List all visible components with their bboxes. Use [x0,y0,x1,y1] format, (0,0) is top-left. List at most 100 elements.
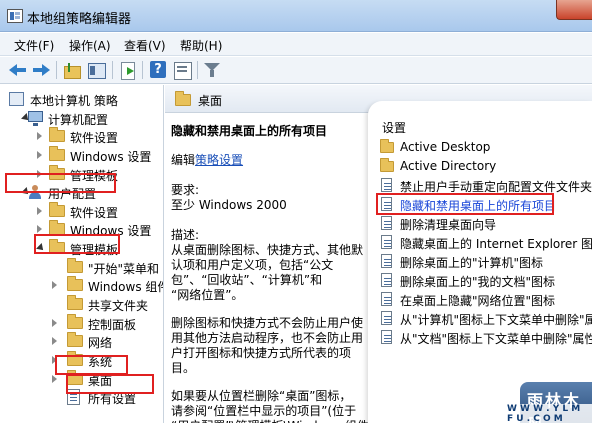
annotation-highlight-box [34,234,120,254]
settings-folder-item[interactable]: Active Directory [380,157,592,176]
tree-item[interactable]: 网络 [0,331,163,351]
settings-policy-item[interactable]: 从"文档"图标上下文菜单中删除"属性 [380,328,592,347]
tree-item[interactable]: 控制面板 [0,313,163,333]
collapsed-arrow-icon[interactable] [37,225,42,233]
menu-bar: 文件(F) 操作(A) 查看(V) 帮助(H) [0,33,592,56]
computer-icon [28,111,43,126]
settings-column-header[interactable]: 设置 [382,119,406,136]
show-hide-tree-icon[interactable] [86,60,106,80]
policy-icon [9,92,24,106]
tree-item-label: 软件设置 [70,131,119,145]
settings-folder-item[interactable]: Active Desktop [380,138,592,157]
back-arrow-icon[interactable] [8,60,28,80]
title-bar: 本地组策略编辑器 [0,0,592,32]
edit-prefix: 编辑 [171,153,196,167]
tree-item[interactable]: "开始"菜单和 [0,257,163,277]
policy-setting-icon [381,273,392,287]
settings-policy-item[interactable]: 删除桌面上的"计算机"图标 [380,252,592,271]
folder-icon [49,127,65,142]
settings-list[interactable]: 设置 Active Desktop Active Directory 禁止用户手动重… [368,101,592,423]
annotation-highlight-box [5,173,116,193]
toolbar-separator [142,61,143,79]
policy-tree[interactable]: 本地计算机 策略 计算机配置 软件设置 Windows 设置 管理模板 用户配置 软件设置 W… [0,85,164,423]
folder-icon [380,158,394,172]
settings-item-label: 删除清理桌面向导 [400,218,497,232]
toolbar-separator [197,61,198,79]
forward-arrow-icon[interactable] [31,60,51,80]
description-line: 户打开图标和快捷方式所代表的项 [171,346,352,360]
settings-item-label: Active Desktop [400,140,491,154]
settings-policy-item[interactable]: 隐藏桌面上的 Internet Explorer 图标 [380,233,592,252]
policy-setting-icon [381,292,392,306]
tree-item[interactable]: Windows 设置 [0,145,163,165]
tree-item[interactable]: 本地计算机 策略 [0,89,163,109]
filter-icon[interactable] [202,60,222,80]
export-list-icon[interactable] [118,60,138,80]
policy-setting-icon [381,330,392,344]
settings-item-label: Active Directory [400,159,497,173]
gpedit-app-icon [7,9,23,23]
settings-policy-item[interactable]: 隐藏和禁用桌面上的所有项目 [376,193,592,215]
tree-item-label: Windows 组件 [88,280,164,294]
folder-icon [67,295,83,310]
menu-help[interactable]: 帮助(H) [180,37,222,54]
description-line: “用户配置”\管理模板\Windows 组件 [171,417,369,423]
tree-item[interactable]: 软件设置 [0,126,163,146]
collapsed-arrow-icon[interactable] [37,132,42,140]
collapsed-arrow-icon[interactable] [52,337,57,345]
menu-action[interactable]: 操作(A) [69,37,111,54]
tree-item[interactable]: 共享文件夹 [0,294,163,314]
folder-icon [175,91,191,106]
settings-item-label: 隐藏桌面上的 Internet Explorer 图标 [400,237,592,251]
settings-policy-item[interactable]: 在桌面上隐藏"网络位置"图标 [380,290,592,309]
watermark-url: W W W . Y L M F U . C O M [504,404,592,423]
edit-policy-link[interactable]: 策略设置 [195,153,243,167]
collapsed-arrow-icon[interactable] [52,319,57,327]
tree-item[interactable]: Windows 组件 [0,275,164,295]
window-title: 本地组策略编辑器 [27,12,132,27]
collapsed-arrow-icon[interactable] [37,207,42,215]
tree-item-label: 本地计算机 策略 [30,94,118,108]
settings-policy-item[interactable]: 从"计算机"图标上下文菜单中删除"属 [380,309,592,328]
folder-icon [49,202,65,217]
toolbar [0,57,592,84]
folder-icon [67,332,83,347]
up-folder-icon[interactable] [62,60,82,80]
help-icon[interactable] [148,60,168,80]
policy-title: 隐藏和禁用桌面上的所有项目 [171,124,328,138]
annotation-highlight-box [55,355,128,375]
settings-item-label: 删除桌面上的"计算机"图标 [400,256,544,270]
close-window-button[interactable] [556,0,592,20]
folder-icon [380,139,394,153]
pane-header-label: 桌面 [198,94,223,108]
policy-setting-icon [381,178,392,192]
toolbar-separator [112,61,113,79]
tree-item[interactable]: 计算机配置 [0,108,163,128]
settings-item-label: 从"文档"图标上下文菜单中删除"属性 [400,332,592,346]
settings-item-label: 从"计算机"图标上下文菜单中删除"属 [400,313,592,327]
requirement-value: 至少 Windows 2000 [171,198,287,212]
collapsed-arrow-icon[interactable] [52,375,57,383]
settings-item-label: 删除桌面上的"我的文档"图标 [400,275,556,289]
collapsed-arrow-icon[interactable] [52,281,57,289]
tree-item-label: 共享文件夹 [88,299,149,313]
tree-item[interactable]: 软件设置 [0,201,163,221]
folder-icon [67,276,83,291]
policy-setting-icon [381,254,392,268]
toolbar-separator [56,61,57,79]
tree-item-label: Windows 设置 [70,150,152,164]
folder-icon [67,314,83,329]
tree-item-label: 网络 [88,336,113,350]
properties-icon[interactable] [172,60,192,80]
collapsed-arrow-icon[interactable] [37,151,42,159]
settings-item-label: 在桌面上隐藏"网络位置"图标 [400,294,556,308]
menu-file[interactable]: 文件(F) [14,37,54,54]
folder-icon [67,258,83,273]
folder-icon [49,146,65,161]
menu-view[interactable]: 查看(V) [124,37,166,54]
description-line: 目。 [171,361,196,375]
settings-policy-item[interactable]: 删除桌面上的"我的文档"图标 [380,271,592,290]
settings-policy-item[interactable]: 删除清理桌面向导 [380,214,592,233]
policy-setting-icon [381,216,392,230]
description-line: “网络位置”。 [171,288,244,302]
